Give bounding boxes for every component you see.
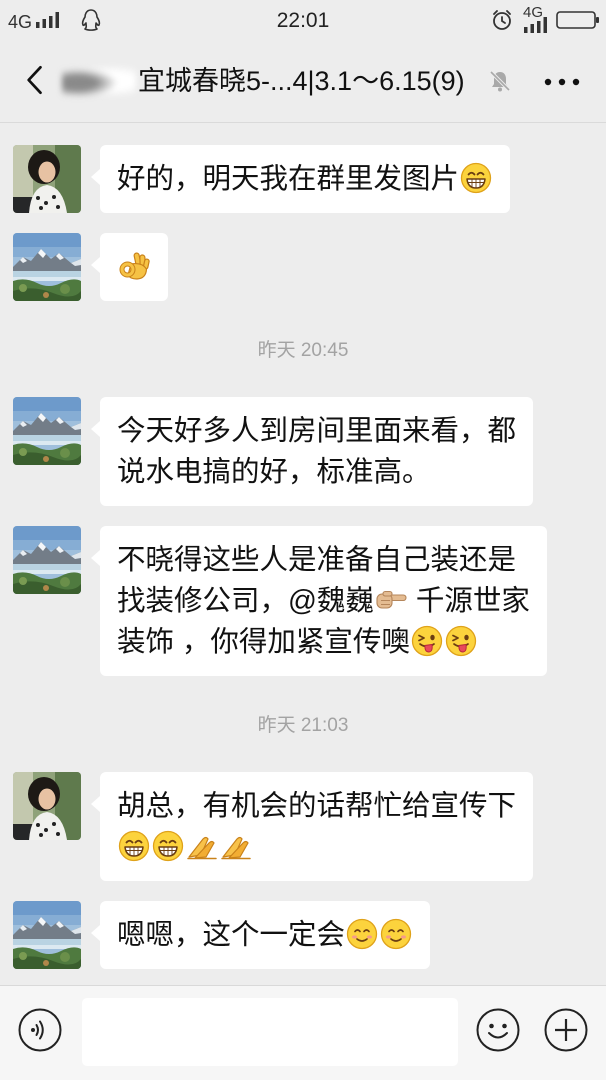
- message-bubble[interactable]: [91, 233, 168, 301]
- message-text: 好的，明天我在群里发图片: [117, 162, 460, 195]
- message-line: 说水电搞的好，标准高。: [117, 452, 516, 493]
- smile-emoji-icon: [380, 918, 412, 950]
- message-bubble[interactable]: 今天好多人到房间里面来看，都 说水电搞的好，标准高。: [90, 397, 534, 506]
- point-right-emoji-icon: [375, 584, 407, 616]
- portrait-avatar[interactable]: [13, 772, 81, 840]
- message-line: 找装修公司，@魏巍 千源世家: [117, 581, 530, 622]
- back-button[interactable]: [18, 62, 52, 102]
- alarm-icon: [491, 9, 513, 36]
- voice-button[interactable]: [18, 1008, 62, 1057]
- landscape-avatar[interactable]: [13, 526, 81, 594]
- timestamp: 昨天 21:03: [257, 715, 349, 736]
- message-line: 不晓得这些人是准备自己装还是: [117, 540, 530, 581]
- grin-emoji-icon: [460, 162, 492, 194]
- signal-icon: [524, 17, 548, 38]
- message-line: 今天好多人到房间里面来看，都: [117, 411, 516, 452]
- grin-emoji-icon: [118, 830, 150, 862]
- message-bubble[interactable]: 胡总，有机会的话帮忙给宣传下: [90, 772, 534, 881]
- landscape-avatar[interactable]: [13, 901, 81, 969]
- plus-icon: [544, 1008, 588, 1052]
- message-text: 嗯嗯，这个一定会: [117, 918, 346, 951]
- message-row: 不晓得这些人是准备自己装还是 找装修公司，@魏巍 千源世家 装饰 ，你得加紧宣传噢: [0, 526, 606, 676]
- more-button[interactable]: [538, 66, 586, 98]
- message-row: 今天好多人到房间里面来看，都 说水电搞的好，标准高。: [0, 397, 606, 506]
- message-bubble[interactable]: 好的，明天我在群里发图片: [90, 145, 511, 213]
- message-line: [117, 247, 151, 288]
- message-text: 不晓得这些人是准备自己装还是: [117, 543, 517, 576]
- back-arrow-icon: [25, 64, 45, 101]
- emoji-button[interactable]: [476, 1008, 520, 1057]
- message-text: 说水电搞的好，标准高。: [117, 455, 431, 488]
- chat-title[interactable]: 宜城春晓5-...4|3.1～6.15(9): [138, 63, 465, 99]
- input-bar: [0, 985, 606, 1080]
- clock-time: 22:01: [276, 9, 330, 32]
- folded-hands-emoji-icon: [220, 830, 252, 862]
- battery-icon: [556, 11, 600, 34]
- message-text: 今天好多人到房间里面来看，都: [117, 414, 517, 447]
- grin-emoji-icon: [152, 830, 184, 862]
- message-text: 千源世家: [407, 584, 530, 617]
- more-dots-icon: [544, 73, 580, 91]
- message-bubble[interactable]: 不晓得这些人是准备自己装还是 找装修公司，@魏巍 千源世家 装饰 ，你得加紧宣传噢: [91, 526, 547, 676]
- redacted-title-blur: [62, 62, 136, 100]
- status-bar: 4G 22:01 4G: [0, 0, 606, 40]
- message-row: 嗯嗯，这个一定会: [0, 901, 606, 969]
- message-line: [117, 827, 516, 868]
- plus-button[interactable]: [544, 1008, 588, 1057]
- message-text: 装饰 ，你得加紧宣传噢: [117, 625, 410, 658]
- message-text: 找装修公司，@魏巍: [117, 584, 374, 617]
- message-line: 好的，明天我在群里发图片: [117, 159, 493, 200]
- timestamp: 昨天 20:45: [257, 340, 349, 361]
- message-bubble[interactable]: 嗯嗯，这个一定会: [90, 901, 431, 969]
- wink-tongue-emoji-icon: [411, 625, 443, 657]
- message-line: 嗯嗯，这个一定会: [117, 915, 413, 956]
- landscape-avatar[interactable]: [13, 233, 81, 301]
- message-row: [0, 233, 606, 301]
- emoji-face-icon: [476, 1008, 520, 1052]
- folded-hands-emoji-icon: [186, 830, 218, 862]
- message-line: 胡总，有机会的话帮忙给宣传下: [117, 786, 516, 827]
- wink-tongue-emoji-icon: [445, 625, 477, 657]
- portrait-avatar[interactable]: [13, 145, 81, 213]
- message-input[interactable]: [82, 998, 458, 1066]
- message-line: 装饰 ，你得加紧宣传噢: [117, 622, 530, 663]
- message-row: 好的，明天我在群里发图片: [0, 145, 606, 213]
- message-list[interactable]: 好的，明天我在群里发图片昨天 20:45 今天好多人到房间里面来看，都 说水电搞的好…: [0, 125, 606, 985]
- landscape-avatar[interactable]: [13, 397, 81, 465]
- ok-hand-emoji-icon: [118, 250, 150, 282]
- voice-icon: [18, 1008, 62, 1052]
- message-text: 胡总，有机会的话帮忙给宣传下: [117, 789, 517, 822]
- smile-emoji-icon: [346, 918, 378, 950]
- mute-bell-icon: [488, 69, 512, 98]
- message-row: 胡总，有机会的话帮忙给宣传下: [0, 772, 606, 881]
- chat-header: 宜城春晓5-...4|3.1～6.15(9): [0, 40, 606, 123]
